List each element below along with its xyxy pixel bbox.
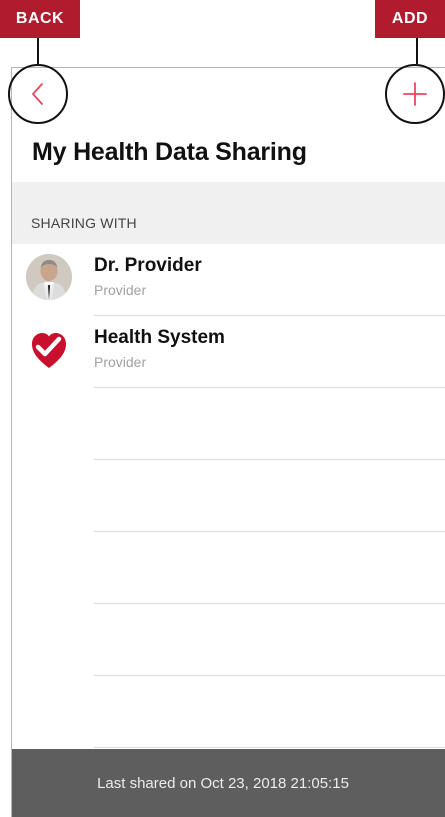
empty-row-divider: [94, 531, 445, 532]
sharing-list-item-health-system[interactable]: Health System Provider: [12, 316, 445, 388]
sharing-item-role: Provider: [94, 354, 147, 370]
footer-bar: Last shared on Oct 23, 2018 21:05:15: [12, 749, 445, 817]
add-callout-leader: [416, 38, 418, 64]
sharing-list-item-dr-provider[interactable]: Dr. Provider Provider: [12, 244, 445, 316]
empty-row-divider: [94, 675, 445, 676]
health-system-avatar: [26, 326, 72, 372]
empty-row-divider: [94, 459, 445, 460]
back-callout-label: BACK: [0, 0, 80, 38]
add-callout-label: ADD: [375, 0, 445, 38]
provider-avatar: [26, 254, 72, 300]
section-header: SHARING WITH: [12, 182, 445, 244]
sharing-item-role: Provider: [94, 282, 147, 298]
annotated-screenshot: BACK ADD My Health Data Sharing SHARING …: [0, 0, 445, 817]
sharing-item-name: Health System: [94, 327, 225, 348]
add-button[interactable]: [385, 64, 445, 124]
page-title: My Health Data Sharing: [32, 138, 307, 166]
phone-screen: My Health Data Sharing SHARING WITH Dr. …: [11, 67, 445, 817]
chevron-left-icon: [32, 83, 43, 105]
row-divider: [94, 387, 445, 388]
empty-row-divider: [94, 747, 445, 748]
sharing-item-name: Dr. Provider: [94, 255, 202, 276]
last-shared-text: Last shared on Oct 23, 2018 21:05:15: [97, 774, 349, 792]
empty-row-divider: [94, 603, 445, 604]
section-label: SHARING WITH: [31, 215, 137, 231]
back-button[interactable]: [8, 64, 68, 124]
back-callout-leader: [37, 38, 39, 64]
plus-icon: [403, 82, 427, 106]
provider-photo-icon: [26, 254, 72, 300]
health-system-logo-icon: [32, 333, 66, 368]
